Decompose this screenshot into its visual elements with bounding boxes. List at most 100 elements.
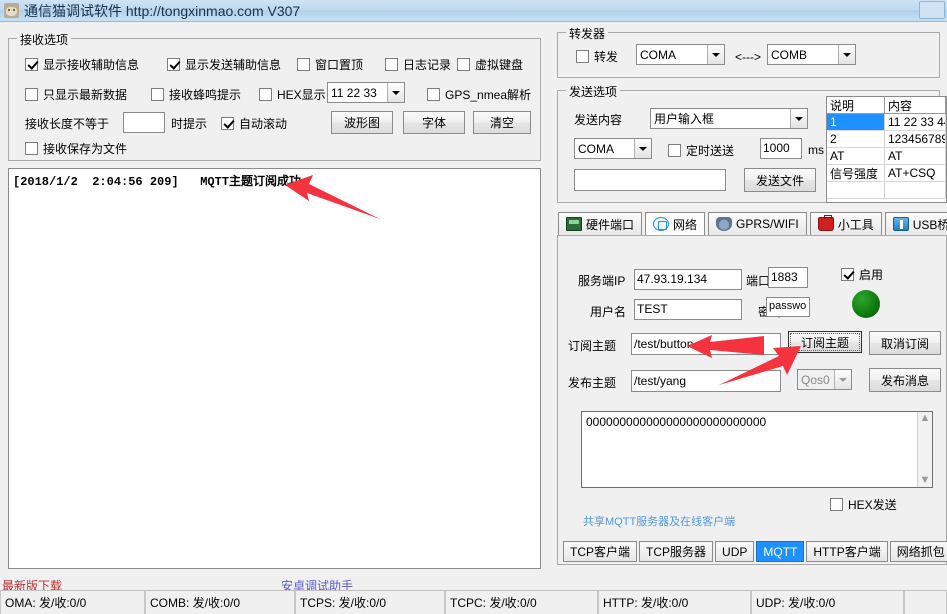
tab-udp[interactable]: UDP [715, 541, 755, 562]
unsubscribe-button[interactable]: 取消订阅 [869, 331, 941, 355]
receive-log-area[interactable]: [2018/1/2 2:04:56 209] MQTT主题订阅成功 [8, 168, 541, 569]
tab-packet-capture[interactable]: 网络抓包 [889, 541, 947, 562]
tab-tcp-server[interactable]: TCP服务器 [639, 541, 714, 562]
scroll-up-icon[interactable]: ▲ [920, 413, 931, 424]
publish-topic-input[interactable]: /test/yang [631, 370, 781, 392]
send-content-label: 发送内容 [574, 113, 623, 127]
port-label: 端口 [746, 274, 771, 288]
publish-topic-label: 发布主题 [568, 376, 617, 390]
publish-message-button[interactable]: 发布消息 [869, 368, 941, 392]
username-label: 用户名 [590, 305, 627, 319]
send-content-combo[interactable]: 用户输入框 [650, 108, 808, 129]
gprs-wifi-icon [716, 217, 733, 231]
table-cell-content [885, 182, 946, 198]
send-file-path-input[interactable] [574, 169, 726, 191]
table-row[interactable]: 信号强度 AT+CSQ [827, 165, 946, 182]
table-cell-desc: AT [827, 148, 885, 164]
checkbox-box [668, 144, 681, 157]
table-cell-desc [827, 182, 885, 198]
window-control-button[interactable] [919, 1, 945, 19]
hardware-port-icon [566, 217, 582, 231]
chevron-down-icon[interactable] [387, 83, 404, 102]
receive-length-input[interactable] [123, 112, 165, 133]
tab-mqtt[interactable]: MQTT [756, 541, 805, 562]
chevron-down-icon[interactable] [634, 139, 651, 158]
send-presets-table[interactable]: 说明 内容 1 11 22 33 44 5 2 123456789 AT AT … [826, 96, 947, 203]
password-input[interactable]: passwo [766, 297, 810, 317]
checkbox-receive-beep[interactable]: 接收蜂鸣提示 [151, 86, 241, 103]
forwarder-port-b-combo[interactable]: COMB [767, 44, 856, 65]
table-row[interactable]: AT AT [827, 148, 946, 165]
server-ip-input[interactable]: 47.93.19.134 [634, 269, 742, 290]
checkbox-forward[interactable]: 转发 [576, 48, 618, 65]
port-input[interactable]: 1883 [768, 267, 808, 288]
send-port-combo[interactable]: COMA [574, 138, 652, 159]
checkbox-box [297, 58, 310, 71]
tab-network[interactable]: 网络 [645, 212, 706, 236]
checkbox-hex-send[interactable]: HEX发送 [830, 496, 897, 513]
table-row[interactable] [827, 182, 946, 199]
tab-tcp-client[interactable]: TCP客户端 [563, 541, 638, 562]
username-value: TEST [637, 302, 668, 316]
chevron-down-icon[interactable] [707, 45, 724, 64]
tab-usb-bridge[interactable]: USB桥 [884, 212, 947, 236]
table-cell-content: AT+CSQ [885, 165, 946, 181]
clear-button[interactable]: 清空 [473, 111, 531, 134]
tab-gprs-wifi[interactable]: GPRS/WIFI [708, 212, 807, 236]
checkbox-log-record[interactable]: 日志记录 [385, 56, 451, 73]
checkbox-save-receive-to-file[interactable]: 接收保存为文件 [25, 140, 127, 157]
table-row[interactable]: 2 123456789 [827, 131, 946, 148]
scroll-down-icon[interactable]: ▼ [920, 475, 931, 486]
send-interval-input[interactable]: 1000 [760, 138, 802, 159]
font-button-label: 字体 [421, 116, 446, 130]
checkbox-show-receive-info[interactable]: 显示接收辅助信息 [25, 56, 139, 73]
tab-http-client[interactable]: HTTP客户端 [806, 541, 888, 562]
forwarder-port-a-combo[interactable]: COMA [636, 44, 725, 65]
tab-tools[interactable]: 小工具 [809, 212, 882, 236]
hex-format-combo[interactable]: 11 22 33 [327, 82, 405, 103]
subscribe-topic-button[interactable]: 订阅主题 [788, 331, 862, 353]
send-port-value: COMA [578, 141, 614, 156]
device-tab-strip: 硬件端口 网络 GPRS/WIFI 小工具 USB桥 [558, 212, 947, 236]
tab-label: TCP客户端 [570, 545, 631, 559]
username-input[interactable]: TEST [634, 299, 742, 320]
checkbox-hex-display[interactable]: HEX显示 [259, 86, 326, 103]
unsubscribe-button-label: 取消订阅 [880, 336, 929, 351]
checkbox-label: 定时送送 [686, 144, 735, 158]
checkbox-box [221, 117, 234, 130]
checkbox-label: 接收蜂鸣提示 [169, 88, 242, 102]
checkbox-enable[interactable]: 启用 [841, 266, 883, 283]
checkbox-auto-scroll[interactable]: 自动滚动 [221, 115, 287, 132]
chevron-down-icon[interactable] [838, 45, 855, 64]
checkbox-label: 虚拟键盘 [475, 58, 524, 72]
tab-hardware-port[interactable]: 硬件端口 [558, 212, 643, 236]
message-scrollbar[interactable]: ▲ ▼ [917, 412, 932, 487]
waveform-button[interactable]: 波形图 [331, 111, 393, 134]
checkbox-box [427, 88, 440, 101]
tab-label: GPRS/WIFI [736, 217, 799, 231]
chevron-down-icon[interactable] [834, 370, 851, 389]
table-row[interactable]: 1 11 22 33 44 5 [827, 114, 946, 131]
message-body-textarea[interactable]: 000000000000000000000000000 ▲ ▼ [581, 411, 933, 488]
share-mqtt-server-link[interactable]: 共享MQTT服务器及在线客户端 [583, 513, 735, 529]
font-button[interactable]: 字体 [403, 111, 465, 134]
qos-combo[interactable]: Qos0 [797, 369, 852, 390]
status-cell-extra [904, 591, 947, 614]
subscribe-topic-input[interactable]: /test/button [631, 333, 781, 355]
chevron-down-icon[interactable] [790, 109, 807, 128]
receive-options-legend: 接收选项 [17, 31, 72, 48]
checkbox-timed-send[interactable]: 定时送送 [668, 142, 734, 159]
checkbox-gps-nmea[interactable]: GPS_nmea解析 [427, 86, 531, 103]
forwarder-separator: <---> [735, 50, 762, 64]
checkbox-show-send-info[interactable]: 显示发送辅助信息 [167, 56, 281, 73]
checkbox-only-latest-data[interactable]: 只显示最新数据 [25, 86, 127, 103]
message-body-value: 000000000000000000000000000 [586, 415, 767, 429]
receive-length-suffix-label: 时提示 [171, 117, 208, 131]
checkbox-virtual-keyboard[interactable]: 虚拟键盘 [457, 56, 523, 73]
send-file-button[interactable]: 发送文件 [744, 168, 816, 192]
hex-format-value: 11 22 33 [331, 85, 377, 100]
status-bar: OMA: 发/收:0/0 COMB: 发/收:0/0 TCPS: 发/收:0/0… [0, 590, 947, 614]
checkbox-label: 自动滚动 [239, 117, 288, 131]
checkbox-window-topmost[interactable]: 窗口置顶 [297, 56, 363, 73]
checkbox-label: 启用 [859, 268, 884, 282]
